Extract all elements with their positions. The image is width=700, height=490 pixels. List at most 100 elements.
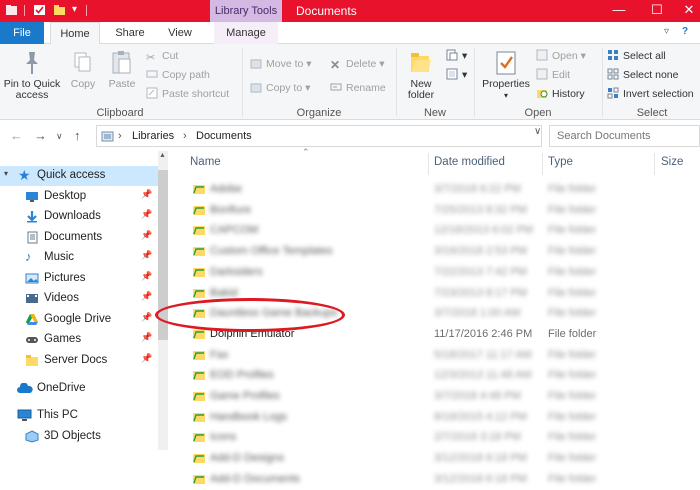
column-divider[interactable] (654, 153, 655, 175)
paste-button[interactable]: Paste (104, 50, 140, 90)
file-row[interactable]: Icons 2/7/2018 3:18 PM File folder (186, 427, 700, 448)
file-row[interactable]: Bonfiure 7/25/2013 8:32 PM File folder (186, 200, 700, 221)
pin-icon[interactable]: 📌 (141, 189, 152, 200)
nav-item-pictures[interactable]: Pictures 📌 (0, 269, 158, 289)
properties-check-icon[interactable] (33, 4, 46, 16)
breadcrumb-libraries[interactable]: Libraries (132, 130, 174, 142)
file-row[interactable]: EOD Profiles 12/3/2013 11:48 AM File folde… (186, 365, 700, 386)
column-header-date-modified[interactable]: Date modified (434, 156, 505, 168)
nav-quick-access[interactable]: ▾ ★ Quick access (0, 166, 158, 186)
nav-this-pc[interactable]: This PC (0, 406, 158, 426)
minimize-ribbon-icon[interactable]: ▿ (664, 26, 669, 37)
file-row[interactable]: Adobe 3/7/2018 6:22 PM File folder (186, 179, 700, 200)
new-item-button[interactable]: ▾ (446, 48, 467, 64)
properties-button[interactable]: Properties ▾ (480, 50, 532, 101)
nav-item-google-drive[interactable]: Google Drive 📌 (0, 310, 158, 330)
file-row[interactable]: Handbook Logs 8/19/2015 4:12 PM File folde… (186, 407, 700, 428)
tab-file[interactable]: File (0, 22, 44, 44)
customize-quick-access-icon[interactable]: ▾ (72, 4, 77, 15)
nav-onedrive[interactable]: OneDrive (0, 379, 158, 399)
pin-icon[interactable]: 📌 (141, 291, 152, 302)
column-header-type[interactable]: Type (548, 156, 573, 168)
nav-3d-objects[interactable]: 3D Objects (0, 427, 158, 447)
minimize-button[interactable]: — (608, 2, 630, 17)
file-row[interactable]: CAPCOM 12/18/2013 6:02 PM File folder (186, 220, 700, 241)
column-divider[interactable] (542, 153, 543, 175)
select-none-button[interactable]: Select none (607, 67, 678, 83)
file-name[interactable]: Icons (210, 431, 236, 443)
file-name[interactable]: Add-D Documents (210, 473, 300, 485)
breadcrumb-chevron-icon[interactable]: › (183, 130, 187, 142)
history-button[interactable]: History (536, 86, 585, 102)
invert-selection-button[interactable]: Invert selection (607, 86, 694, 102)
column-header-size[interactable]: Size (661, 156, 683, 168)
column-header-name[interactable]: Name (190, 156, 221, 168)
file-name[interactable]: Game Profiles (210, 390, 280, 402)
back-arrow-icon[interactable]: ← (10, 128, 23, 143)
pin-to-quick-access-button[interactable]: Pin to Quick access (2, 50, 62, 101)
file-name[interactable]: Fax (210, 349, 228, 361)
paste-shortcut-button[interactable]: Paste shortcut (146, 86, 229, 102)
pin-icon[interactable]: 📌 (141, 332, 152, 343)
cut-button[interactable]: ✂ Cut (146, 48, 178, 64)
nav-item-server-docs[interactable]: Server Docs 📌 (0, 351, 158, 371)
tab-view[interactable]: View (158, 22, 202, 44)
file-name[interactable]: Darksiders (210, 266, 263, 278)
file-row[interactable]: Add-D Designs 3/12/2018 6:18 PM File folde… (186, 448, 700, 469)
nav-item-desktop[interactable]: Desktop 📌 (0, 187, 158, 207)
collapse-chevron-icon[interactable]: ▾ (4, 169, 8, 178)
column-divider[interactable] (428, 153, 429, 175)
rename-button[interactable]: Rename (330, 80, 386, 96)
file-name[interactable]: Adobe (210, 183, 242, 195)
copy-to-button[interactable]: Copy to ▾ (250, 80, 310, 96)
pin-icon[interactable]: 📌 (141, 250, 152, 261)
pin-icon[interactable]: 📌 (141, 271, 152, 282)
file-row[interactable]: Custom Office Templates 3/19/2018 2:53 PM… (186, 241, 700, 262)
recent-locations-chevron-icon[interactable]: ∨ (56, 131, 63, 142)
edit-button[interactable]: Edit (536, 67, 570, 83)
pin-icon[interactable]: 📌 (141, 209, 152, 220)
scroll-up-arrow-icon[interactable]: ▲ (159, 152, 166, 159)
tab-share[interactable]: Share (108, 22, 152, 44)
address-bar[interactable]: › Libraries › Documents (96, 125, 542, 147)
library-tools-context-tab[interactable]: Library Tools (210, 0, 282, 24)
file-row[interactable]: Fax 5/18/2017 11:17 AM File folder (186, 345, 700, 366)
explorer-icon[interactable] (5, 4, 18, 16)
file-name[interactable]: Bakid (210, 287, 238, 299)
nav-item-videos[interactable]: Videos 📌 (0, 289, 158, 309)
up-arrow-icon[interactable]: ↑ (74, 128, 81, 143)
file-row[interactable]: Darksiders 7/22/2013 7:42 PM File folder (186, 262, 700, 283)
nav-item-downloads[interactable]: Downloads 📌 (0, 207, 158, 227)
nav-item-music[interactable]: ♪ Music 📌 (0, 248, 158, 268)
pin-icon[interactable]: 📌 (141, 312, 152, 323)
tab-home[interactable]: Home (50, 22, 100, 45)
help-icon[interactable]: ? (682, 26, 688, 37)
breadcrumb-documents[interactable]: Documents (196, 130, 252, 142)
file-name[interactable]: EOD Profiles (210, 369, 274, 381)
file-name[interactable]: CAPCOM (210, 224, 258, 236)
file-row[interactable]: Add-D Documents 3/12/2018 6:18 PM File fol… (186, 469, 700, 490)
search-input[interactable]: Search Documents (549, 125, 700, 147)
tab-manage[interactable]: Manage (214, 22, 278, 44)
move-to-button[interactable]: Move to ▾ (250, 56, 312, 72)
file-name[interactable]: Add-D Designs (210, 452, 284, 464)
breadcrumb-chevron-icon[interactable]: › (118, 130, 122, 142)
select-all-button[interactable]: Select all (607, 48, 666, 64)
open-button[interactable]: Open ▾ (536, 48, 586, 64)
new-folder-button[interactable]: New folder (402, 50, 440, 101)
file-row[interactable]: Game Profiles 3/7/2018 4:48 PM File folder (186, 386, 700, 407)
address-dropdown-chevron-icon[interactable]: ∨ (534, 126, 541, 137)
file-name[interactable]: Custom Office Templates (210, 245, 332, 257)
file-name[interactable]: Bonfiure (210, 204, 251, 216)
new-folder-quick-icon[interactable] (53, 4, 66, 16)
pin-icon[interactable]: 📌 (141, 353, 152, 364)
copy-button[interactable]: Copy (66, 50, 100, 90)
maximize-button[interactable]: ☐ (646, 2, 668, 18)
nav-item-documents[interactable]: Documents 📌 (0, 228, 158, 248)
forward-arrow-icon[interactable]: → (34, 128, 47, 143)
easy-access-button[interactable]: ▾ (446, 67, 467, 83)
nav-item-games[interactable]: Games 📌 (0, 330, 158, 350)
file-name[interactable]: Handbook Logs (210, 411, 287, 423)
copy-path-button[interactable]: Copy path (146, 67, 210, 83)
close-button[interactable]: ✕ (678, 2, 700, 18)
